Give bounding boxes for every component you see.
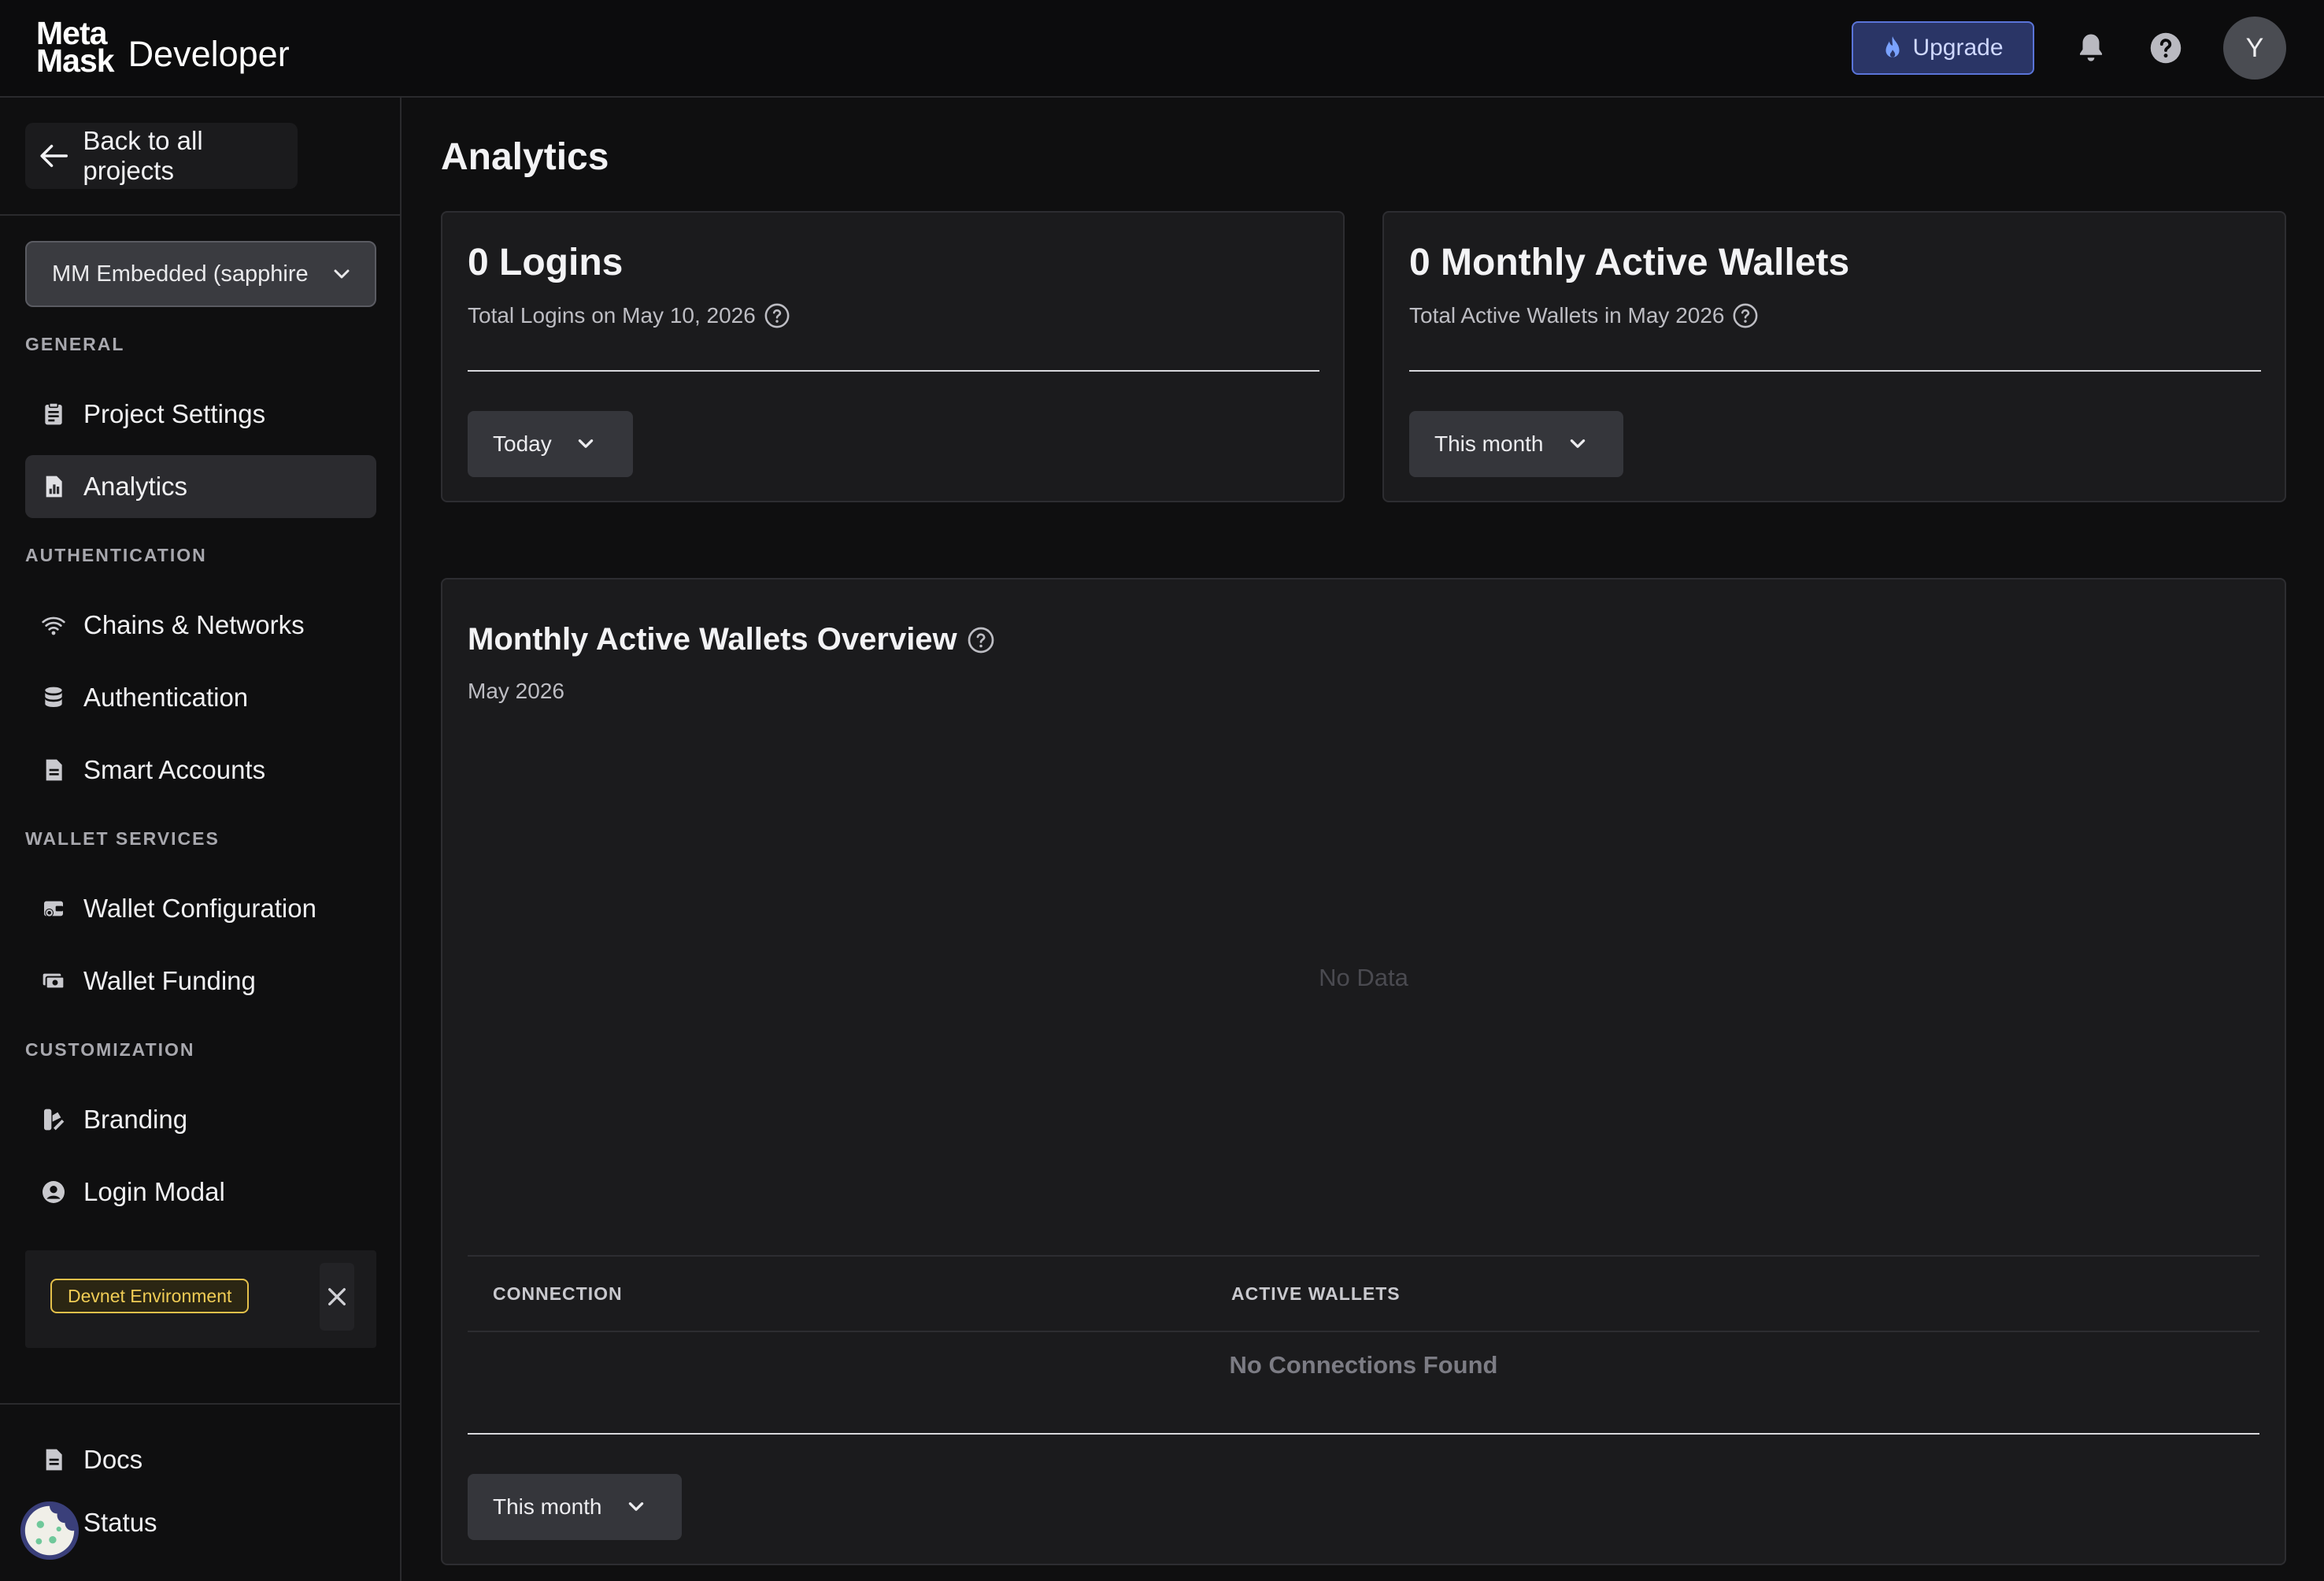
sidebar-item-wallet-configuration[interactable]: Wallet Configuration	[25, 877, 376, 940]
overview-card: Monthly Active Wallets Overview May 2026…	[441, 578, 2286, 1565]
overview-period-dropdown[interactable]: This month	[468, 1474, 682, 1540]
help-circle-icon[interactable]	[967, 626, 995, 654]
sidebar-item-label: Docs	[83, 1445, 143, 1474]
close-icon	[328, 1288, 346, 1305]
section-label-general: GENERAL	[25, 334, 125, 354]
help-circle-icon[interactable]	[764, 302, 790, 329]
flame-icon	[1885, 36, 1900, 57]
sidebar-item-label: Login Modal	[83, 1177, 225, 1206]
sidebar-item-smart-accounts[interactable]: Smart Accounts	[25, 739, 376, 802]
cookie-consent-icon[interactable]	[19, 1500, 80, 1561]
upgrade-label: Upgrade	[1912, 35, 2004, 61]
section-label-authentication: AUTHENTICATION	[25, 545, 207, 565]
sidebar-item-label: Smart Accounts	[83, 755, 266, 784]
document-icon	[46, 759, 62, 781]
section-label-customization: CUSTOMIZATION	[25, 1039, 195, 1060]
chart-empty-state: No Data	[1319, 964, 1408, 991]
back-label: Back to all projects	[83, 126, 203, 185]
sidebar-item-label: Project Settings	[83, 399, 266, 428]
section-label-wallet-services: WALLET SERVICES	[25, 828, 220, 849]
page-title: Analytics	[441, 136, 609, 178]
sidebar-item-label: Wallet Configuration	[83, 894, 316, 923]
user-avatar[interactable]: Y	[2223, 17, 2286, 80]
environment-notice: Devnet Environment	[25, 1250, 376, 1348]
metamask-developer-logo[interactable]: Meta Mask Developer	[36, 14, 290, 79]
money-icon	[43, 973, 65, 990]
sidebar-item-label: Branding	[83, 1105, 188, 1134]
sidebar-item-wallet-funding[interactable]: Wallet Funding	[25, 950, 376, 1013]
palette-icon	[44, 1109, 65, 1131]
wifi-icon	[42, 616, 65, 635]
maw-subtitle: Total Active Wallets in May 2026	[1409, 302, 1759, 329]
top-bar: Meta Mask Developer Upgrade Y	[0, 0, 2324, 98]
column-header-connection: CONNECTION	[493, 1283, 623, 1304]
sidebar-item-project-settings[interactable]: Project Settings	[25, 383, 376, 446]
sidebar-item-label: Authentication	[83, 683, 249, 712]
monthly-active-wallets-card: 0 Monthly Active Wallets Total Active Wa…	[1382, 211, 2286, 502]
column-header-active-wallets: ACTIVE WALLETS	[1231, 1283, 1401, 1304]
project-selector[interactable]: MM Embedded (sapphire	[25, 241, 376, 307]
sidebar-item-chains-networks[interactable]: Chains & Networks	[25, 594, 376, 657]
logins-period-dropdown[interactable]: Today	[468, 411, 633, 477]
table-empty-state: No Connections Found	[1229, 1351, 1498, 1379]
sidebar-item-label: Analytics	[83, 472, 188, 501]
database-icon	[45, 687, 62, 707]
sidebar-item-login-modal[interactable]: Login Modal	[25, 1161, 376, 1224]
chevron-down-icon	[628, 1502, 643, 1511]
help-icon[interactable]	[2149, 31, 2182, 65]
overview-divider	[468, 1433, 2259, 1435]
back-to-projects-button[interactable]: Back to all projects	[25, 123, 298, 189]
clipboard-icon	[45, 402, 62, 425]
sidebar-item-branding[interactable]: Branding	[25, 1088, 376, 1151]
overview-title: Monthly Active Wallets Overview	[468, 622, 995, 657]
sidebar-item-analytics[interactable]: Analytics	[25, 455, 376, 518]
logins-card: 0 Logins Total Logins on May 10, 2026 To…	[441, 211, 1345, 502]
metamask-logo-mark: Meta Mask	[36, 14, 115, 79]
upgrade-button[interactable]: Upgrade	[1852, 21, 2034, 75]
chevron-down-icon	[334, 269, 350, 279]
sidebar-bottom-divider	[0, 1403, 400, 1405]
chevron-down-icon	[578, 439, 593, 448]
arrow-left-icon	[40, 144, 68, 168]
bell-icon[interactable]	[2074, 31, 2108, 65]
wallet-settings-icon	[44, 901, 63, 917]
logins-subtitle: Total Logins on May 10, 2026	[468, 302, 790, 329]
overview-subtitle: May 2026	[468, 679, 564, 703]
sidebar-item-label: Chains & Networks	[83, 610, 305, 639]
logins-count: 0 Logins	[468, 242, 624, 283]
sidebar-divider	[0, 214, 400, 216]
help-circle-icon[interactable]	[1732, 302, 1759, 329]
environment-close-button[interactable]	[320, 1263, 354, 1331]
maw-period-dropdown[interactable]: This month	[1409, 411, 1623, 477]
chevron-down-icon	[1570, 439, 1585, 448]
sidebar: Back to all projects MM Embedded (sapphi…	[0, 98, 402, 1581]
analytics-chart-icon	[46, 476, 62, 498]
sidebar-item-authentication[interactable]: Authentication	[25, 666, 376, 729]
logins-divider	[468, 370, 1319, 372]
devnet-environment-badge: Devnet Environment	[50, 1279, 250, 1313]
maw-count: 0 Monthly Active Wallets	[1409, 242, 1850, 283]
logo-developer-text: Developer	[128, 34, 290, 74]
sidebar-item-docs[interactable]: Docs	[25, 1428, 376, 1491]
project-select-value: MM Embedded (sapphire	[52, 261, 309, 287]
connections-table-header: CONNECTION ACTIVE WALLETS	[468, 1255, 2259, 1332]
user-circle-icon	[43, 1181, 65, 1203]
sidebar-item-label: Wallet Funding	[83, 966, 256, 995]
document-icon	[46, 1449, 62, 1471]
maw-divider	[1409, 370, 2261, 372]
sidebar-item-label: Status	[83, 1508, 157, 1537]
